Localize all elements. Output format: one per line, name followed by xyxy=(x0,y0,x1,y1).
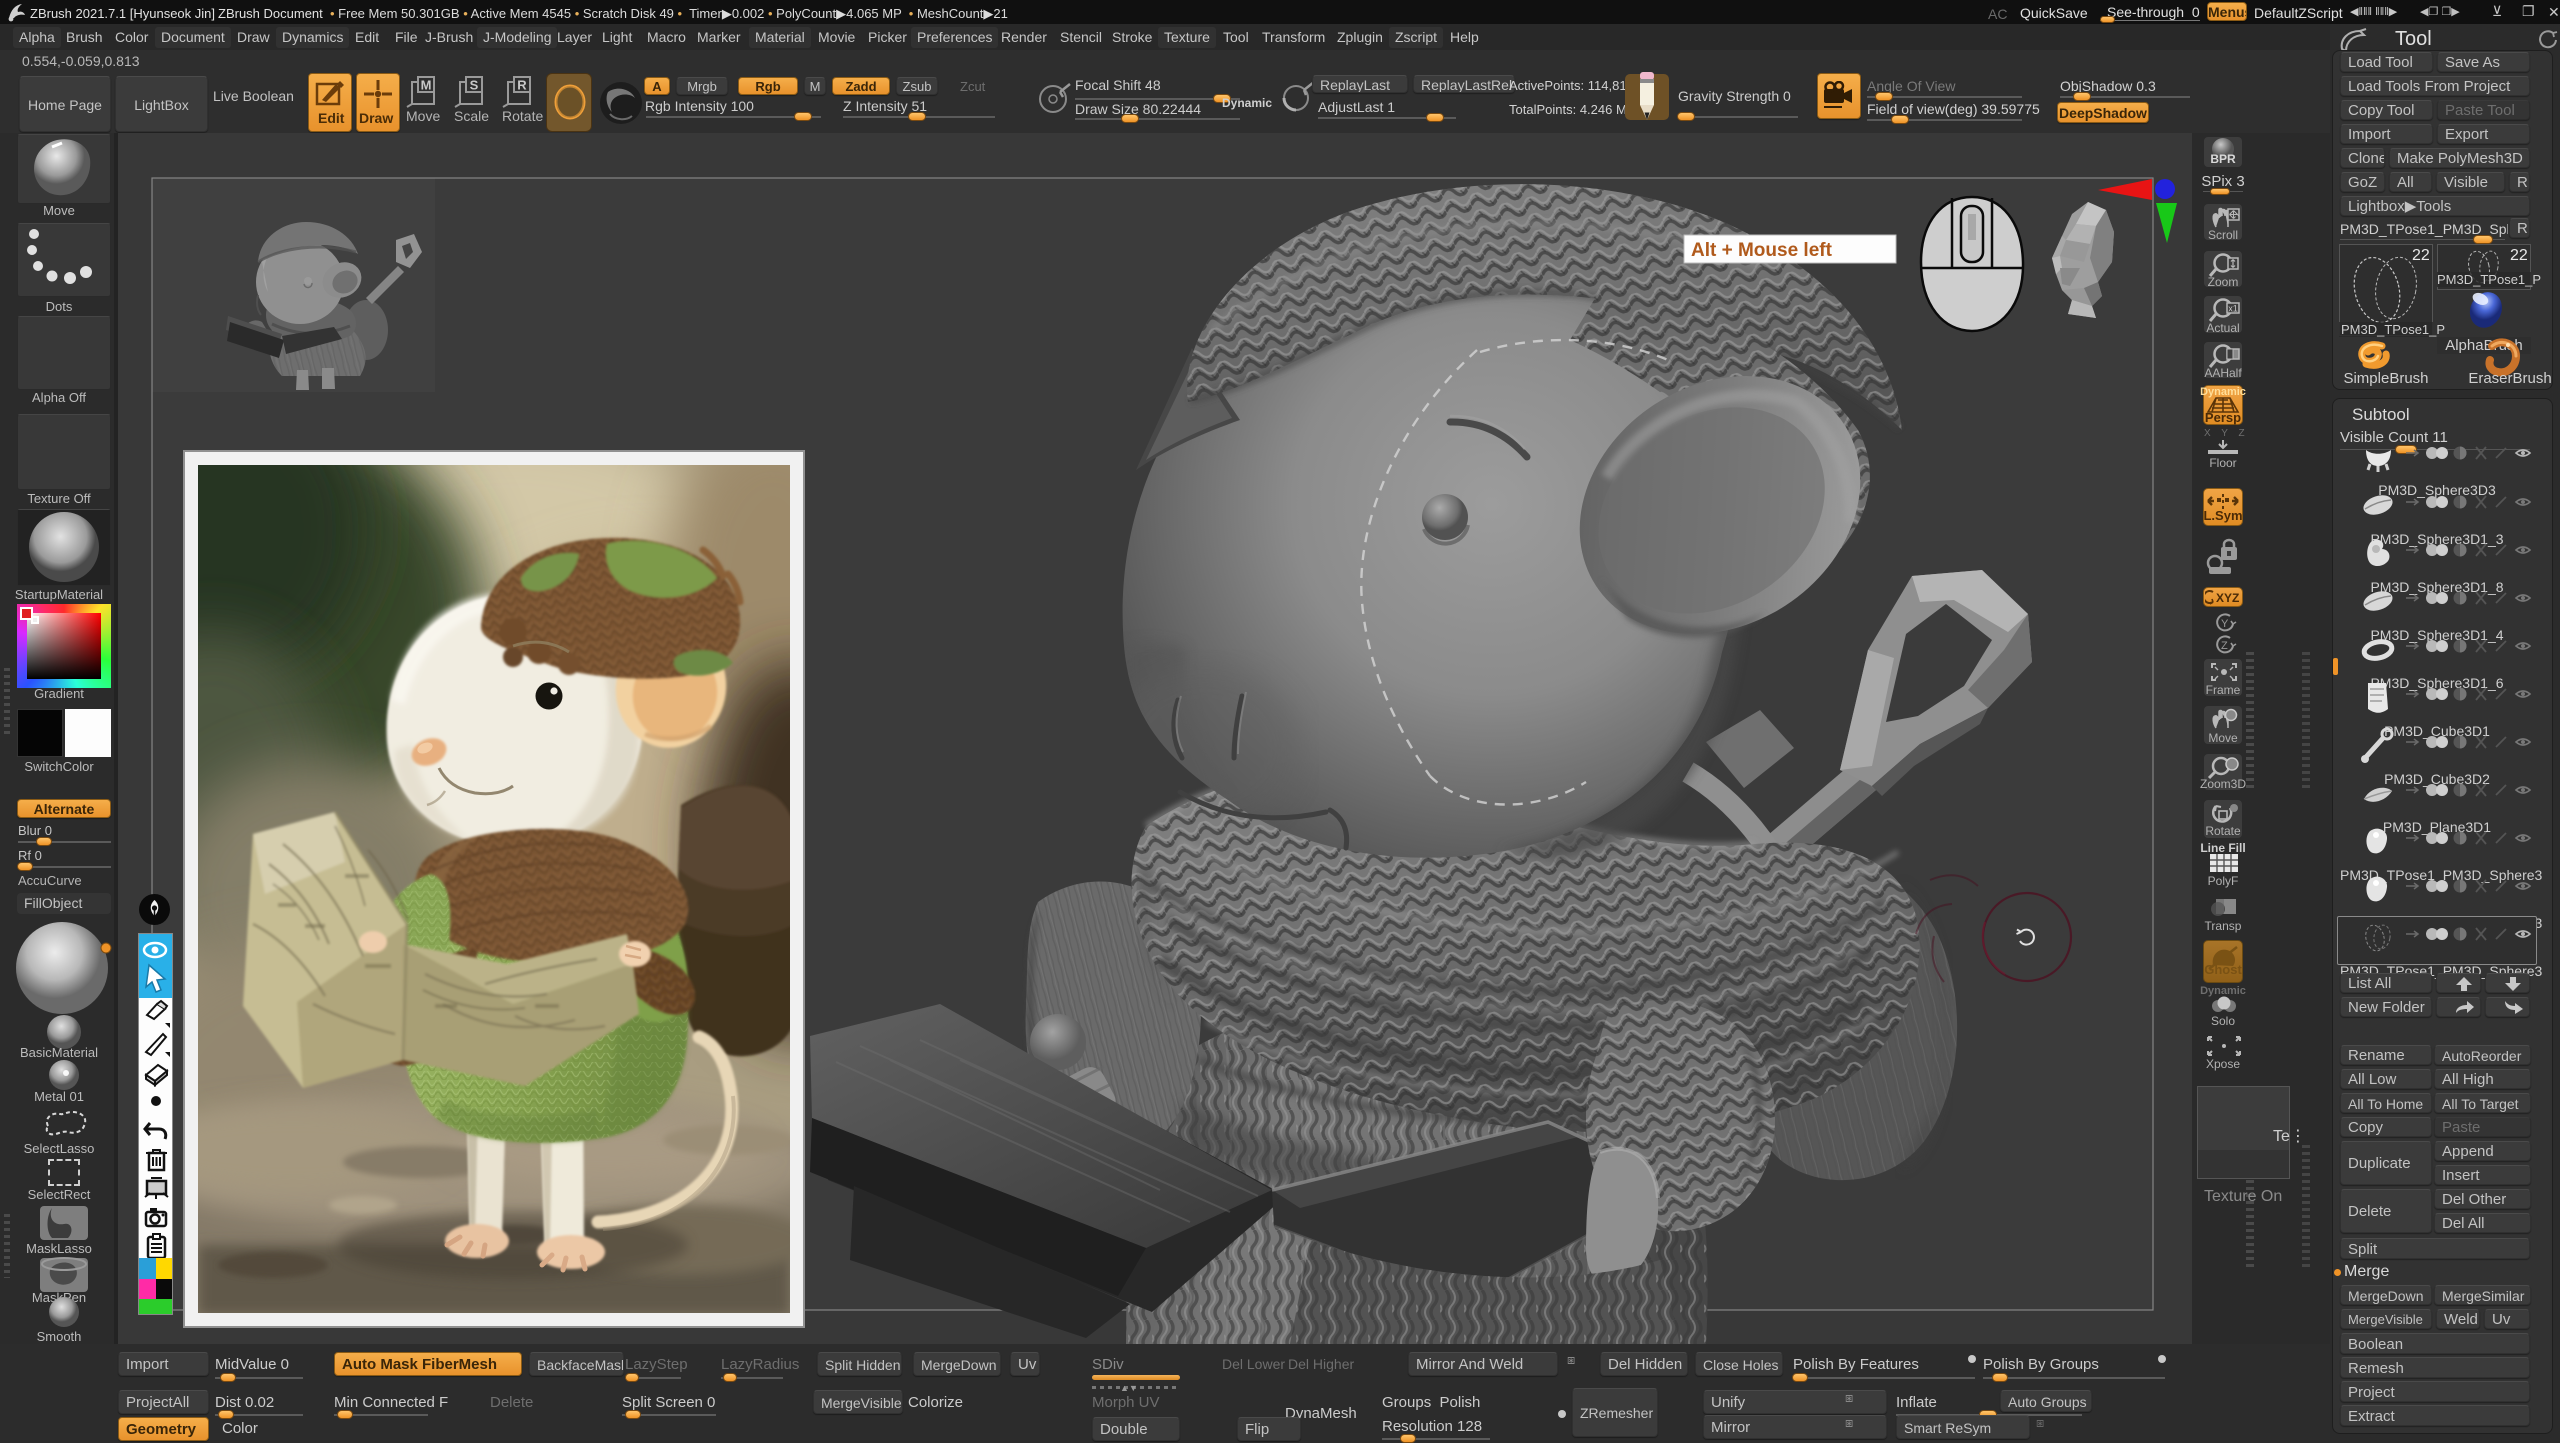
svg-text:Alt + Mouse left: Alt + Mouse left xyxy=(1691,240,1833,261)
svg-text:S: S xyxy=(470,78,479,93)
svg-text:XYZ: XYZ xyxy=(2216,591,2239,605)
svg-text:x1: x1 xyxy=(2228,304,2238,314)
svg-text:Z: Z xyxy=(2221,640,2228,652)
svg-text:R: R xyxy=(517,78,527,93)
svg-text:M: M xyxy=(421,78,432,93)
svg-text:Y: Y xyxy=(2221,618,2229,630)
